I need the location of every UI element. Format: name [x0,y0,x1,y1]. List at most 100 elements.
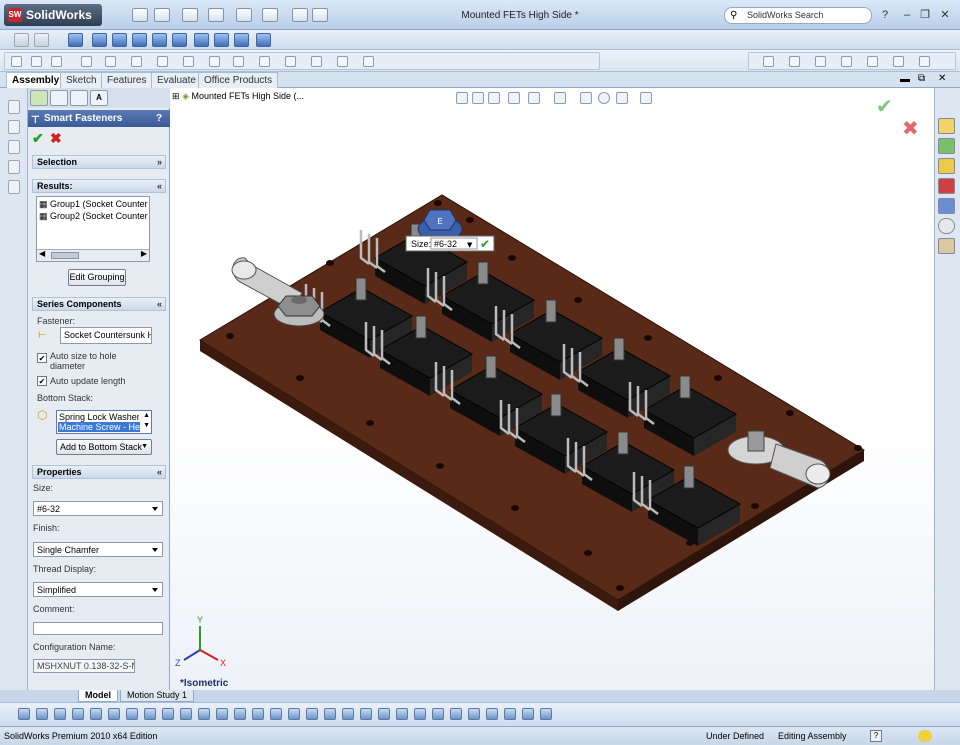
resources-home-icon[interactable] [938,118,955,134]
tab-evaluate[interactable]: Evaluate [151,72,202,88]
selection-filter-icon[interactable] [486,708,498,720]
status-help-icon[interactable]: ? [870,730,882,742]
view-right-icon[interactable] [152,33,167,47]
view-back-icon[interactable] [112,33,127,47]
spline-icon[interactable] [919,56,930,67]
configuration-manager-tab-icon[interactable] [70,90,88,106]
edit-grouping-button[interactable]: Edit Grouping [68,269,126,286]
bill-of-materials-icon[interactable] [259,56,270,67]
select-icon[interactable] [262,8,278,22]
size-popup-accept-icon[interactable]: ✔ [480,237,490,251]
series-header[interactable]: Series Components « [32,297,166,311]
selection-filter-icon[interactable] [522,708,534,720]
appearances-icon[interactable] [8,160,20,174]
rectangle-icon[interactable] [841,56,852,67]
normal-to-icon[interactable] [256,33,271,47]
selection-filter-icon[interactable] [162,708,174,720]
new-motion-study-icon[interactable] [233,56,244,67]
selection-filter-icon[interactable] [90,708,102,720]
selection-filter-icon[interactable] [414,708,426,720]
selection-filter-icon[interactable] [216,708,228,720]
selection-filter-icon[interactable] [396,708,408,720]
property-manager-tab-icon[interactable] [50,90,68,106]
selection-filter-icon[interactable] [288,708,300,720]
open-icon[interactable] [154,8,170,22]
selection-filter-icon[interactable] [306,708,318,720]
thread-display-select[interactable]: Simplified [33,582,163,597]
arc-icon[interactable] [893,56,904,67]
help-icon[interactable]: ? [878,8,892,22]
horizontal-scrollbar[interactable]: ◀ ▶ [37,249,149,261]
auto-update-checkbox[interactable]: ✔ [37,376,47,386]
move-component-icon[interactable] [131,56,142,67]
search-tab-icon[interactable] [938,178,955,194]
list-item[interactable]: ▦ Group1 (Socket Counter [39,199,148,210]
insert-component-icon[interactable] [14,33,29,47]
selection-filter-icon[interactable] [324,708,336,720]
scroll-thumb[interactable] [51,252,79,259]
cancel-icon[interactable]: ✖ [50,130,62,147]
auto-size-checkbox[interactable]: ✔ [37,353,47,363]
mate-icon[interactable] [34,33,49,47]
properties-header[interactable]: Properties « [32,465,166,479]
search-input[interactable]: SolidWorks Search [724,7,872,24]
tab-features[interactable]: Features [101,72,153,88]
dimxpert-tab-icon[interactable]: A [90,90,108,106]
selection-filter-icon[interactable] [252,708,264,720]
view-palette-icon[interactable] [8,140,20,154]
smart-dimension-icon[interactable] [789,56,800,67]
selection-filter-icon[interactable] [270,708,282,720]
mate-tool-icon[interactable] [51,56,62,67]
custom-properties-tab-icon[interactable] [938,238,955,254]
tab-motion-study[interactable]: Motion Study 1 [120,690,195,702]
show-hidden-icon[interactable] [157,56,168,67]
design-library-tab-icon[interactable] [938,138,955,154]
view-trimetric-icon[interactable] [234,33,249,47]
finish-select[interactable]: Single Chamfer [33,542,163,557]
selection-filter-icon[interactable] [450,708,462,720]
options-icon[interactable] [312,8,328,22]
component-pattern-icon[interactable] [81,56,92,67]
comment-field[interactable] [33,622,163,635]
selection-filter-icon[interactable] [504,708,516,720]
size-popup[interactable]: Size: #6-32 ▼ ✔ [405,235,495,252]
close-button[interactable]: ✕ [938,8,952,22]
bottom-stack-list[interactable]: Spring Lock Washer Machine Screw - He ▲ … [56,410,152,434]
appearances-tab-icon[interactable] [938,218,955,234]
view-top-icon[interactable] [172,33,187,47]
selection-filter-icon[interactable] [18,708,30,720]
selection-filter-icon[interactable] [144,708,156,720]
reference-geometry-icon[interactable] [209,56,220,67]
move-icon[interactable] [68,33,83,47]
graphics-area[interactable]: ⊞ ◈ Mounted FETs High Side (... ✔ ✖ E Si… [170,88,934,690]
selection-filter-icon[interactable] [432,708,444,720]
panel-minimize-icon[interactable]: ▬ [900,74,910,85]
new-document-icon[interactable] [132,8,148,22]
selection-filter-icon[interactable] [180,708,192,720]
tab-sketch[interactable]: Sketch [60,72,103,88]
selection-filter-icon[interactable] [234,708,246,720]
explode-line-icon[interactable] [311,56,322,67]
selection-filter-icon[interactable] [54,708,66,720]
tab-model[interactable]: Model [78,690,118,702]
feature-manager-tab-icon[interactable] [30,90,48,106]
file-explorer-icon[interactable] [8,120,20,134]
scroll-right-icon[interactable]: ▶ [141,249,147,258]
minimize-button[interactable]: – [900,8,914,22]
help-button[interactable]: ? [156,110,162,127]
rebuild-status-icon[interactable] [918,730,932,742]
view-left-icon[interactable] [132,33,147,47]
fastener-field[interactable]: Socket Countersunk H [60,327,152,344]
save-icon[interactable] [182,8,198,22]
panel-close-icon[interactable]: ✕ [938,73,946,84]
list-item[interactable]: ▦ Group2 (Socket Counter [39,211,148,222]
results-list[interactable]: ▦ Group1 (Socket Counter ▦ Group2 (Socke… [36,196,150,262]
view-bottom-icon[interactable] [214,33,229,47]
design-library-icon[interactable] [8,100,20,114]
tab-assembly[interactable]: Assembly [6,72,66,89]
assembly-model[interactable]: E Size: #6-32 ▼ ✔ Y Z X [170,88,934,690]
file-explorer-tab-icon[interactable] [938,158,955,174]
view-palette-tab-icon[interactable] [938,198,955,214]
selection-filter-icon[interactable] [360,708,372,720]
custom-properties-icon[interactable] [8,180,20,194]
